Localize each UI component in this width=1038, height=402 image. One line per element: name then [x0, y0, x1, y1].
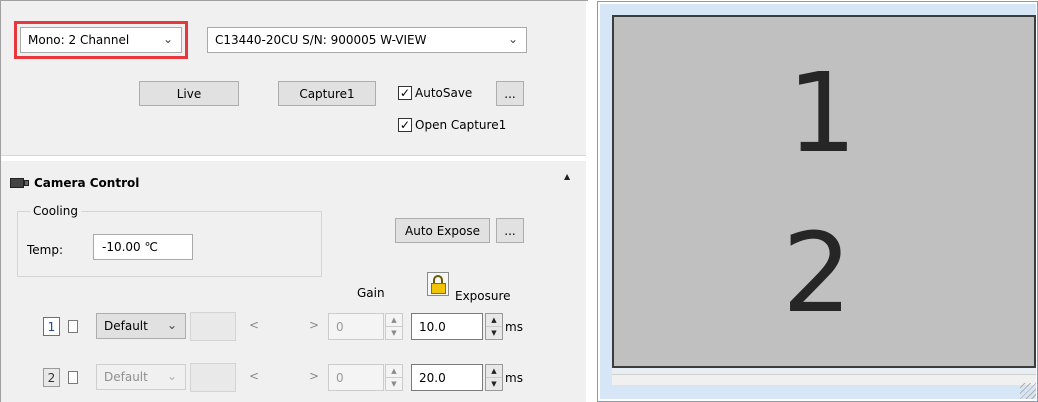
gain-header: Gain: [357, 286, 385, 300]
image-viewer-scrollbar[interactable]: [612, 374, 1036, 385]
autosave-checkbox[interactable]: ✓ AutoSave: [398, 86, 472, 100]
channel-1-gain-value: 0: [336, 319, 344, 334]
channel-2-exposure-field[interactable]: 20.0: [411, 364, 483, 391]
lock-icon[interactable]: [427, 272, 449, 296]
camera-control-title: Camera Control: [34, 176, 140, 190]
channel-1-checkbox[interactable]: [68, 320, 78, 333]
channel-1-unit: ms: [505, 320, 523, 334]
channel-2-slider-right-icon[interactable]: >: [309, 369, 319, 383]
channel-1-number: 1: [43, 317, 60, 336]
autosave-label: AutoSave: [415, 86, 473, 100]
channel-2-preset-select[interactable]: Default ⌄: [96, 364, 186, 390]
autosave-check-icon: ✓: [398, 86, 412, 100]
temp-label: Temp:: [27, 243, 64, 257]
spin-up-icon[interactable]: ▲: [486, 365, 502, 378]
channel-1-slider-right-icon[interactable]: >: [309, 318, 319, 332]
camera-select-value: C13440-20CU S/N: 900005 W-VIEW: [215, 33, 427, 47]
spin-down-icon[interactable]: ▼: [386, 327, 402, 339]
channel-2-exposure-spinner[interactable]: ▲ ▼: [485, 364, 503, 391]
camera-control-header[interactable]: Camera Control: [10, 176, 139, 190]
channel-1-exposure-spinner[interactable]: ▲ ▼: [485, 313, 503, 340]
channel-2-preview-label: 2: [782, 209, 852, 337]
spin-up-icon[interactable]: ▲: [486, 314, 502, 327]
spin-down-icon[interactable]: ▼: [386, 378, 402, 390]
auto-expose-options-label: ...: [504, 223, 516, 238]
channel-2-number: 2: [43, 368, 60, 387]
collapse-arrow-icon[interactable]: ▲: [564, 172, 570, 181]
channel-1-blank-field: [190, 312, 236, 341]
channel-2-exposure-value: 20.0: [419, 370, 446, 385]
channel-1-slider-left-icon[interactable]: <: [249, 318, 259, 332]
exposure-header: Exposure: [455, 289, 511, 303]
channel-2-checkbox[interactable]: [68, 371, 78, 384]
channel-2-slider-left-icon[interactable]: <: [249, 369, 259, 383]
spin-down-icon[interactable]: ▼: [486, 327, 502, 339]
camera-icon: [10, 177, 30, 189]
channel-2-gain-field[interactable]: 0: [328, 364, 384, 391]
live-button[interactable]: Live: [139, 81, 239, 106]
chevron-down-icon: ⌄: [166, 369, 177, 383]
auto-expose-options-button[interactable]: ...: [496, 218, 524, 243]
chevron-down-icon: ⌄: [166, 318, 177, 332]
channel-2-preset-value: Default: [104, 370, 148, 384]
spin-down-icon[interactable]: ▼: [486, 378, 502, 390]
channel-1-gain-field[interactable]: 0: [328, 313, 384, 340]
temp-value: -10.00 ℃: [102, 240, 158, 254]
channel-1-preset-value: Default: [104, 319, 148, 333]
auto-expose-button[interactable]: Auto Expose: [395, 218, 490, 243]
capture-button-label: Capture1: [299, 86, 355, 101]
channel-1-exposure-field[interactable]: 10.0: [411, 313, 483, 340]
channel-1-gain-spinner[interactable]: ▲ ▼: [385, 313, 403, 340]
spin-up-icon[interactable]: ▲: [386, 314, 402, 327]
channel-1-preview-label: 1: [787, 49, 857, 177]
capture-button[interactable]: Capture1: [278, 81, 376, 106]
live-button-label: Live: [176, 86, 202, 101]
chevron-down-icon: ⌄: [507, 32, 518, 46]
channel-2-blank-field: [190, 363, 236, 392]
channel-1-preset-select[interactable]: Default ⌄: [96, 313, 186, 339]
autosave-options-button[interactable]: ...: [496, 81, 524, 106]
auto-expose-label: Auto Expose: [405, 223, 480, 238]
highlight-box: [14, 21, 188, 59]
resize-grip-icon[interactable]: [1020, 383, 1036, 399]
open-capture-checkbox[interactable]: ✓ Open Capture1: [398, 118, 506, 132]
temp-field: -10.00 ℃: [93, 234, 193, 260]
cooling-group-label: Cooling: [30, 204, 81, 218]
open-capture-check-icon: ✓: [398, 118, 412, 132]
channel-2-gain-spinner[interactable]: ▲ ▼: [385, 364, 403, 391]
spin-up-icon[interactable]: ▲: [386, 365, 402, 378]
channel-2-unit: ms: [505, 371, 523, 385]
channel-2-gain-value: 0: [336, 370, 344, 385]
channel-1-exposure-value: 10.0: [419, 319, 446, 334]
camera-select[interactable]: C13440-20CU S/N: 900005 W-VIEW ⌄: [207, 27, 527, 53]
open-capture-label: Open Capture1: [415, 118, 507, 132]
autosave-options-label: ...: [504, 86, 516, 101]
